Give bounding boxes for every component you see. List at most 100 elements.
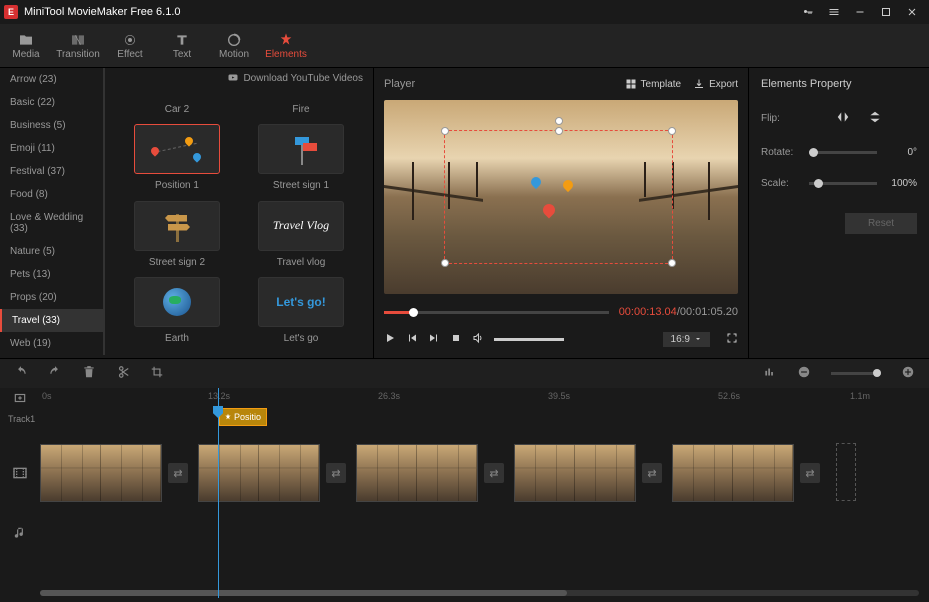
crop-button[interactable] bbox=[150, 365, 164, 382]
aspect-ratio-dropdown[interactable]: 16:9 bbox=[663, 332, 710, 347]
fullscreen-button[interactable] bbox=[726, 332, 738, 347]
player-panel: Player Template Export bbox=[373, 68, 749, 358]
transition-slot[interactable]: ⇄ bbox=[642, 463, 662, 483]
seek-bar[interactable]: 00:00:13.04 / 00:01:05.20 bbox=[384, 302, 738, 322]
text-icon bbox=[174, 31, 190, 49]
element-fire[interactable]: Fire bbox=[243, 88, 359, 116]
tab-transition[interactable]: Transition bbox=[52, 24, 104, 68]
volume-slider[interactable] bbox=[494, 338, 564, 341]
category-arrow[interactable]: Arrow (23) bbox=[0, 68, 103, 91]
properties-title: Elements Property bbox=[749, 68, 929, 100]
playhead[interactable] bbox=[218, 388, 219, 598]
transition-icon bbox=[70, 31, 86, 49]
timeline-scrollbar[interactable] bbox=[40, 590, 919, 596]
resize-handle-tl[interactable] bbox=[441, 127, 449, 135]
minimize-button[interactable] bbox=[847, 2, 873, 22]
category-props[interactable]: Props (20) bbox=[0, 286, 103, 309]
template-icon bbox=[625, 78, 637, 90]
video-clip[interactable] bbox=[356, 444, 478, 502]
prev-button[interactable] bbox=[406, 332, 418, 347]
audio-track-icon bbox=[0, 526, 40, 540]
maximize-button[interactable] bbox=[873, 2, 899, 22]
timeline-toolbar bbox=[0, 358, 929, 388]
zoom-in-button[interactable] bbox=[901, 365, 915, 382]
transition-slot[interactable]: ⇄ bbox=[484, 463, 504, 483]
play-button[interactable] bbox=[384, 332, 396, 347]
undo-button[interactable] bbox=[14, 365, 28, 382]
zoom-slider[interactable] bbox=[831, 372, 881, 375]
transition-slot[interactable]: ⇄ bbox=[168, 463, 188, 483]
volume-button[interactable] bbox=[472, 332, 484, 347]
category-pets[interactable]: Pets (13) bbox=[0, 263, 103, 286]
zoom-out-button[interactable] bbox=[797, 365, 811, 382]
map-pin-red bbox=[540, 201, 557, 218]
chevron-down-icon bbox=[694, 335, 702, 343]
video-preview[interactable] bbox=[384, 100, 738, 294]
tab-elements[interactable]: Elements bbox=[260, 24, 312, 68]
tab-motion[interactable]: Motion bbox=[208, 24, 260, 68]
category-emoji[interactable]: Emoji (11) bbox=[0, 137, 103, 160]
map-pin-yellow bbox=[561, 178, 575, 192]
element-car2[interactable]: Car 2 bbox=[119, 88, 235, 116]
delete-button[interactable] bbox=[82, 365, 96, 382]
rotate-handle[interactable] bbox=[555, 117, 563, 125]
resize-handle-bl[interactable] bbox=[441, 259, 449, 267]
transition-slot[interactable]: ⇄ bbox=[800, 463, 820, 483]
video-clip[interactable] bbox=[40, 444, 162, 502]
add-clip-slot[interactable] bbox=[836, 443, 856, 501]
next-button[interactable] bbox=[428, 332, 440, 347]
transition-slot[interactable]: ⇄ bbox=[326, 463, 346, 483]
video-clip[interactable] bbox=[514, 444, 636, 502]
category-love-wedding[interactable]: Love & Wedding (33) bbox=[0, 206, 103, 240]
split-button[interactable] bbox=[116, 365, 130, 382]
close-button[interactable] bbox=[899, 2, 925, 22]
scale-slider[interactable] bbox=[809, 182, 877, 185]
element-lets-go[interactable]: Let's go!Let's go bbox=[243, 277, 359, 345]
category-basic[interactable]: Basic (22) bbox=[0, 91, 103, 114]
category-festival[interactable]: Festival (37) bbox=[0, 160, 103, 183]
video-track-icon bbox=[0, 465, 40, 481]
track-label: Track1 bbox=[0, 414, 40, 424]
video-clip[interactable] bbox=[198, 444, 320, 502]
video-track[interactable]: ⇄ ⇄ ⇄ ⇄ ⇄ bbox=[40, 443, 929, 503]
element-street-sign1[interactable]: Street sign 1 bbox=[243, 124, 359, 192]
element-travel-vlog[interactable]: Travel VlogTravel vlog bbox=[243, 201, 359, 269]
redo-button[interactable] bbox=[48, 365, 62, 382]
element-position1[interactable]: Position 1 bbox=[119, 124, 235, 192]
reset-button[interactable]: Reset bbox=[845, 213, 917, 234]
element-earth[interactable]: Earth bbox=[119, 277, 235, 345]
audio-levels-icon[interactable] bbox=[763, 365, 777, 382]
tab-effect[interactable]: Effect bbox=[104, 24, 156, 68]
resize-handle-top[interactable] bbox=[555, 127, 563, 135]
flip-horizontal-button[interactable] bbox=[836, 110, 850, 127]
effect-icon bbox=[122, 31, 138, 49]
key-icon[interactable] bbox=[795, 2, 821, 22]
resize-handle-br[interactable] bbox=[668, 259, 676, 267]
elements-icon bbox=[278, 31, 294, 49]
category-web[interactable]: Web (19) bbox=[0, 332, 103, 355]
category-nature[interactable]: Nature (5) bbox=[0, 240, 103, 263]
stop-button[interactable] bbox=[450, 332, 462, 347]
export-button[interactable]: Export bbox=[693, 78, 738, 90]
time-ruler[interactable]: 0s 13.2s 26.3s 39.5s 52.6s 1.1m bbox=[40, 388, 929, 408]
app-logo: E bbox=[4, 5, 18, 19]
menu-icon[interactable] bbox=[821, 2, 847, 22]
category-food[interactable]: Food (8) bbox=[0, 183, 103, 206]
element-clip-position[interactable]: Positio bbox=[219, 408, 267, 426]
download-youtube-link[interactable]: Download YouTube Videos bbox=[105, 68, 373, 88]
element-library: Download YouTube Videos Car 2 Fire Posit… bbox=[105, 68, 373, 358]
element-street-sign2[interactable]: Street sign 2 bbox=[119, 201, 235, 269]
properties-panel: Elements Property Flip: Rotate: 0° Scale… bbox=[749, 68, 929, 358]
category-business[interactable]: Business (5) bbox=[0, 114, 103, 137]
map-pin-blue bbox=[529, 175, 543, 189]
template-button[interactable]: Template bbox=[625, 78, 682, 90]
add-track-button[interactable] bbox=[0, 388, 40, 408]
resize-handle-tr[interactable] bbox=[668, 127, 676, 135]
tab-media[interactable]: Media bbox=[0, 24, 52, 68]
video-clip[interactable] bbox=[672, 444, 794, 502]
selection-box[interactable] bbox=[444, 130, 673, 264]
tab-text[interactable]: Text bbox=[156, 24, 208, 68]
category-travel[interactable]: Travel (33) bbox=[0, 309, 103, 332]
flip-vertical-button[interactable] bbox=[868, 110, 882, 127]
rotate-slider[interactable] bbox=[809, 151, 877, 154]
